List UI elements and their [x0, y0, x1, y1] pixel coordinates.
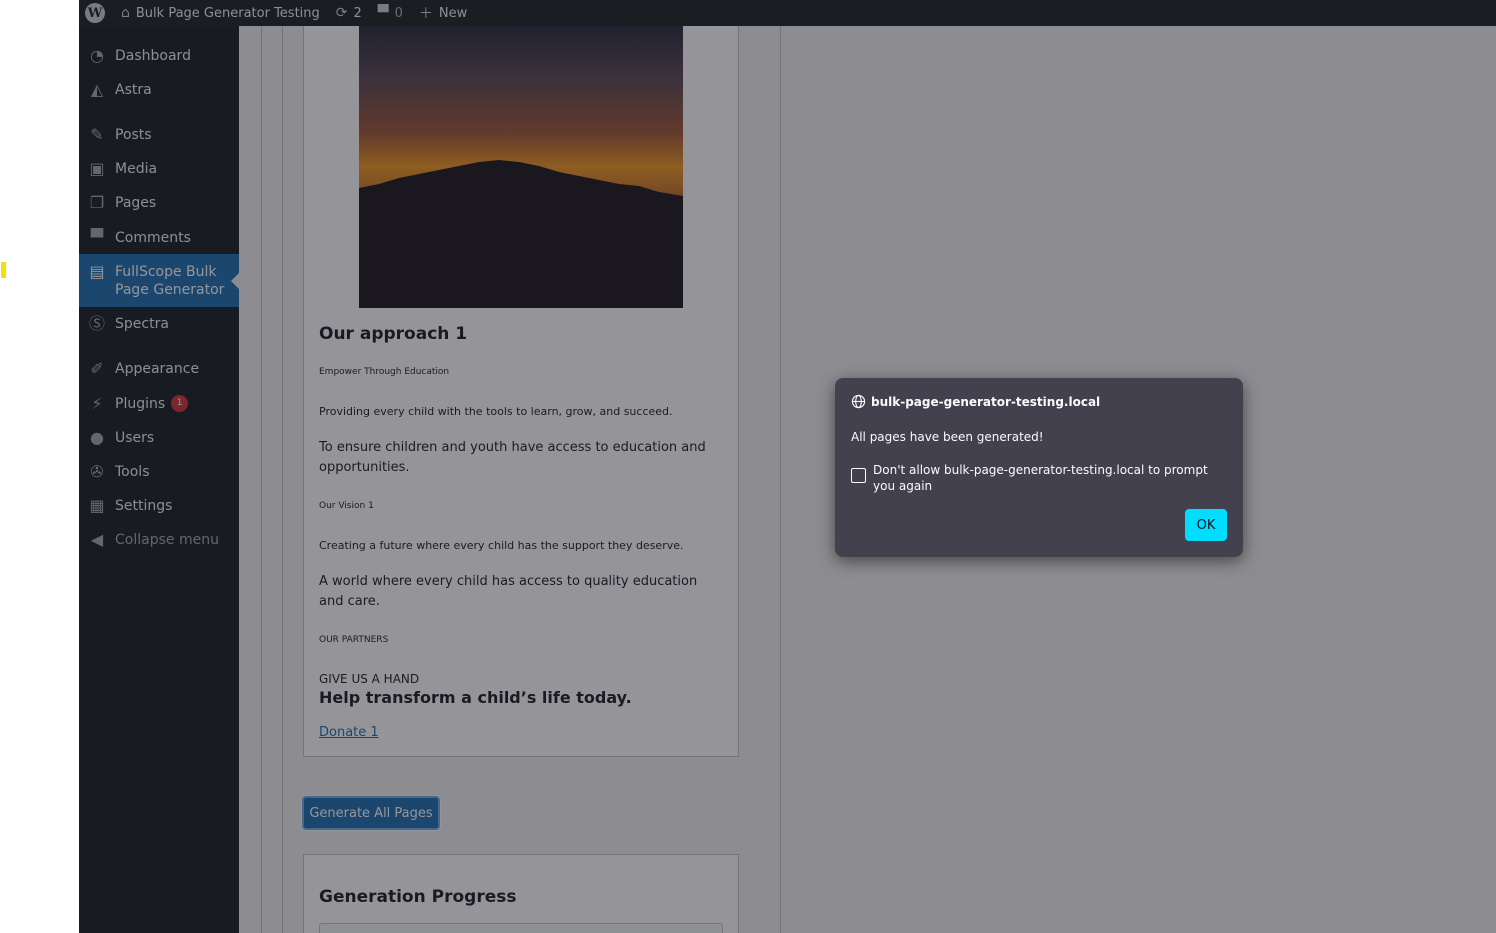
dialog-origin: bulk-page-generator-testing.local	[851, 394, 1100, 409]
highlight-marker	[1, 262, 6, 278]
dialog-origin-text: bulk-page-generator-testing.local	[871, 394, 1101, 409]
ok-button[interactable]: OK	[1185, 509, 1227, 541]
screen: W ⌂ Bulk Page Generator Testing ⟳ 2 ▀ 0 …	[0, 0, 1496, 933]
globe-icon	[851, 394, 866, 409]
dialog-message: All pages have been generated!	[851, 430, 1044, 444]
dont-allow-prompts-label[interactable]: Don't allow bulk-page-generator-testing.…	[873, 462, 1213, 494]
admin-bar-dim	[79, 0, 1496, 26]
modal-overlay	[79, 26, 1496, 933]
alert-dialog: bulk-page-generator-testing.local All pa…	[835, 378, 1243, 557]
dont-allow-prompts-checkbox[interactable]	[851, 468, 866, 483]
